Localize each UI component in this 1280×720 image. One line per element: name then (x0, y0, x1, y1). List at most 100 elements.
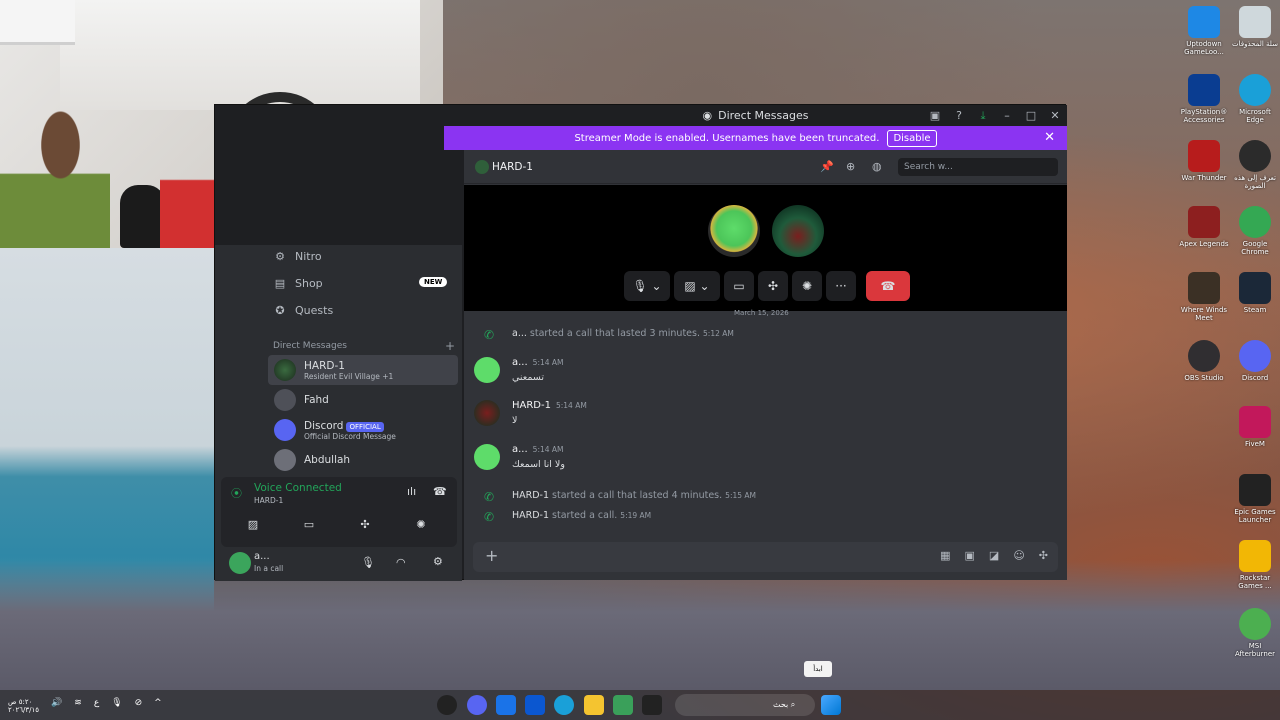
desktop-icon-where-winds-meet[interactable]: Where Winds Meet (1179, 268, 1229, 322)
war-thunder-icon (1188, 140, 1220, 172)
close-button[interactable]: ✕ (1043, 109, 1067, 122)
start-button-windows-icon[interactable] (821, 695, 841, 715)
camera-tray-icon[interactable]: ⊘ (135, 698, 143, 714)
avatar (274, 449, 296, 471)
desktop-icon-msi-afterburner[interactable]: MSI Afterburner (1230, 604, 1280, 658)
epic-games-icon (1239, 474, 1271, 506)
add-friend-icon[interactable]: ⊕ (846, 160, 855, 173)
taskbar-outlook-icon[interactable] (496, 695, 516, 715)
gif-icon[interactable]: ▣ (965, 549, 975, 562)
official-badge: OFFICIAL (346, 421, 384, 432)
noise-suppression-icon[interactable]: ılı (407, 485, 416, 498)
discord-icon (1239, 340, 1271, 372)
start-tooltip: ابدأ (804, 661, 832, 677)
language-icon[interactable]: ع (94, 698, 99, 714)
sidebar-item-shop[interactable]: ▤ Shop (273, 277, 323, 290)
desktop-icon-chrome[interactable]: Google Chrome (1230, 202, 1280, 256)
participant-avatar-self[interactable] (708, 205, 760, 257)
desktop-icon-discord[interactable]: Discord (1230, 336, 1280, 382)
discord-window: ◉ Direct Messages ▣ ? ⤓ – □ ✕ Streamer Mo… (214, 104, 1067, 581)
quests-icon: ✪ (275, 304, 285, 317)
activities-button[interactable]: ✣ (345, 515, 385, 535)
desktop-icon-rockstar[interactable]: Rockstar Games ... (1230, 536, 1280, 590)
banner-text: Streamer Mode is enabled. Usernames have… (574, 132, 880, 144)
help-icon[interactable]: ? (947, 109, 971, 122)
taskbar-app-icon[interactable] (613, 695, 633, 715)
message-avatar[interactable] (474, 400, 500, 426)
emoji-icon[interactable]: ☺ (1013, 549, 1024, 562)
chat-title[interactable]: HARD-1 (492, 161, 533, 173)
sticker-icon[interactable]: ◪ (989, 549, 999, 562)
microphone-icon[interactable]: 🎙 (361, 556, 375, 569)
call-soundboard-button[interactable]: ✺ (792, 271, 822, 301)
message-avatar[interactable] (474, 444, 500, 470)
dm-item-abdullah[interactable]: Abdullah (268, 445, 458, 475)
dm-item-hard1[interactable]: HARD-1 Resident Evil Village +1 (268, 355, 458, 385)
taskbar-terminal-icon[interactable] (642, 695, 662, 715)
disconnect-icon[interactable]: ☎ (433, 485, 447, 498)
call-share-screen-button[interactable]: ▭ (724, 271, 754, 301)
create-dm-icon[interactable]: + (445, 339, 455, 353)
message-avatar[interactable] (474, 357, 500, 383)
desktop-icon-epic[interactable]: Epic Games Launcher (1230, 470, 1280, 524)
desktop-icon-fivem[interactable]: FiveM (1230, 402, 1280, 448)
gift-icon[interactable]: ▦ (940, 549, 950, 562)
profile-icon[interactable]: ◍ (872, 160, 882, 173)
add-attachment-icon[interactable]: + (485, 546, 498, 565)
desktop-icon-steam[interactable]: Steam (1230, 268, 1280, 314)
taskbar-explorer-icon[interactable] (584, 695, 604, 715)
minimize-button[interactable]: – (995, 109, 1019, 122)
taskbar-store-icon[interactable] (525, 695, 545, 715)
wifi-icon[interactable]: ≋ (74, 698, 82, 714)
search-input[interactable]: Search w... (898, 158, 1058, 176)
screen-share-button[interactable]: ▭ (289, 515, 329, 535)
inbox-icon[interactable]: ▣ (923, 109, 947, 122)
desktop-icon-playstation[interactable]: PlayStation® Accessories (1179, 70, 1229, 124)
banner-close-icon[interactable]: ✕ (1044, 130, 1055, 145)
camera-off-button[interactable]: ▨ (233, 515, 273, 535)
signal-icon[interactable]: ⦿ (231, 485, 242, 501)
webcam-air-conditioner (0, 0, 75, 45)
call-activities-button[interactable]: ✣ (758, 271, 788, 301)
maximize-button[interactable]: □ (1019, 109, 1043, 122)
call-camera-button[interactable]: ▨ ⌄ (674, 271, 720, 301)
show-hidden-icons[interactable]: ^ (154, 698, 162, 714)
end-call-button[interactable]: ☎ (866, 271, 910, 301)
download-icon[interactable]: ⤓ (971, 109, 995, 123)
headphones-icon[interactable]: ◠ (396, 556, 406, 569)
desktop-icon-apex[interactable]: Apex Legends (1179, 202, 1229, 248)
apps-icon[interactable]: ✣ (1039, 549, 1048, 562)
soundboard-button[interactable]: ✺ (401, 515, 441, 535)
user-avatar[interactable] (229, 552, 251, 574)
sidebar-item-quests[interactable]: ✪ Quests (273, 304, 333, 317)
desktop-icon-war-thunder[interactable]: War Thunder (1179, 136, 1229, 182)
voice-connected-panel: ⦿ Voice Connected HARD-1 ılı ☎ ▨ ▭ ✣ ✺ (221, 477, 457, 547)
volume-icon[interactable]: 🔊 (51, 698, 62, 714)
message-composer[interactable]: + ▦ ▣ ◪ ☺ ✣ (473, 542, 1058, 572)
clock[interactable]: ٥:٢٠ ص ٢٠٢٦/٣/١٥ (8, 698, 39, 714)
desktop-icon-obs[interactable]: OBS Studio (1179, 336, 1229, 382)
participant-avatar-hard1[interactable] (772, 205, 824, 257)
desktop-icon-recycle-bin[interactable]: سلة المحذوفات (1230, 2, 1280, 48)
pin-icon[interactable]: 📌 (820, 160, 834, 173)
disable-streamer-button[interactable]: Disable (887, 129, 937, 147)
obs-icon (1188, 340, 1220, 372)
desktop-icon-uptodown[interactable]: Uptodown GameLoo... (1179, 2, 1229, 56)
sidebar-item-nitro[interactable]: ⚙ Nitro (273, 250, 322, 263)
voice-status[interactable]: Voice Connected (254, 482, 342, 494)
dm-item-discord[interactable]: Discord OFFICIAL Official Discord Message (268, 415, 458, 445)
discord-icon: ◉ (702, 109, 713, 122)
taskbar-obs-icon[interactable] (437, 695, 457, 715)
call-mic-button[interactable]: 🎙 ⌄ (624, 271, 670, 301)
taskbar-edge-icon[interactable] (554, 695, 574, 715)
desktop-icon-spotlight[interactable]: تعرف إلى هذه الصورة (1230, 136, 1280, 190)
activity-status: Resident Evil Village +1 (304, 371, 394, 381)
call-more-button[interactable]: ··· (826, 271, 856, 301)
settings-gear-icon[interactable]: ⚙ (433, 555, 443, 568)
desktop-icon-edge[interactable]: Microsoft Edge (1230, 70, 1280, 124)
microphone-tray-icon[interactable]: 🎙 (111, 698, 122, 714)
taskbar-search[interactable]: بحث ⌕ (675, 694, 815, 716)
webcam-person-left (0, 110, 110, 248)
dm-item-fahd[interactable]: Fahd (268, 385, 458, 415)
taskbar-discord-icon[interactable] (467, 695, 487, 715)
